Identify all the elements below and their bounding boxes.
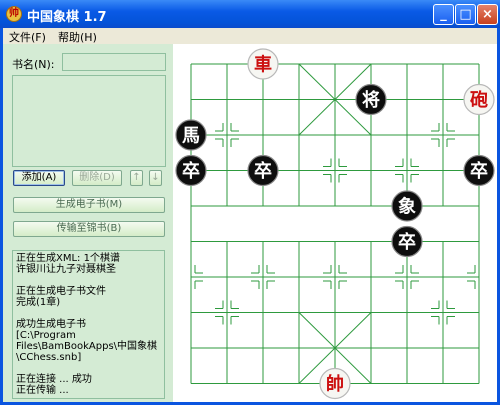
piece-label: 象 [398, 196, 416, 218]
piece-red-9[interactable]: 帥 [319, 367, 351, 400]
xiangqi-board[interactable]: 車将 砲馬卒卒卒象卒帥 [175, 44, 497, 402]
left-panel: 书名(N): 添加(A) 删除(D) ↑ ↓ 生成电子书(M) 传输至锦书(B)… [3, 44, 173, 402]
delete-button[interactable]: 删除(D) [72, 170, 122, 186]
piece-red-2[interactable]: 砲 [463, 83, 495, 116]
menu-bar: 文件(F) 帮助(H) [3, 28, 497, 44]
client-area: 书名(N): 添加(A) 删除(D) ↑ ↓ 生成电子书(M) 传输至锦书(B)… [3, 44, 497, 402]
status-log: 正在生成XML: 1个棋谱 许银川让九子对聂棋圣 正在生成电子书文件 完成(1章) … [12, 250, 165, 399]
app-icon: 帅 [6, 6, 22, 22]
generate-ebook-button[interactable]: 生成电子书(M) [13, 197, 165, 213]
piece-label: 卒 [182, 160, 200, 182]
log-line: [C:\Program [16, 330, 76, 341]
log-line: 正在生成电子书文件 [16, 286, 106, 297]
move-up-button[interactable]: ↑ [130, 170, 143, 186]
menu-file[interactable]: 文件(F) [9, 29, 46, 45]
log-line: 正在生成XML: 1个棋谱 [16, 253, 120, 264]
piece-black-7[interactable]: 象 [391, 190, 423, 222]
menu-help[interactable]: 帮助(H) [58, 29, 97, 45]
piece-label: 卒 [398, 231, 416, 253]
piece-red-0[interactable]: 車 [247, 48, 279, 80]
piece-label: 砲 [470, 89, 488, 111]
book-name-input[interactable] [62, 53, 166, 71]
piece-label: 車 [254, 54, 272, 76]
piece-black-6[interactable]: 卒 [463, 154, 495, 187]
piece-black-1[interactable]: 将 [355, 83, 387, 116]
minimize-button[interactable]: _ [433, 4, 454, 25]
log-line: 完成(1章) [16, 297, 61, 308]
log-line: 许银川让九子对聂棋圣 [16, 264, 116, 275]
app-window: 帅 中国象棋 1.7 _ □ × 文件(F) 帮助(H) 书名(N): 添加(A… [0, 0, 500, 405]
book-chapter-list[interactable] [12, 75, 166, 167]
book-name-label: 书名(N): [12, 58, 55, 71]
log-line: \CChess.snb] [16, 352, 82, 363]
log-line: 正在传输 ... [16, 385, 69, 396]
piece-black-4[interactable]: 卒 [175, 154, 207, 187]
piece-label: 馬 [182, 126, 200, 147]
log-line: Files\BamBookApps\中国象棋 [16, 341, 158, 352]
board-area[interactable]: 車将砲馬卒卒卒象卒帥 [175, 44, 497, 402]
piece-label: 卒 [254, 160, 272, 182]
piece-black-3[interactable]: 馬 [175, 119, 207, 151]
log-line: 正在连接 ... 成功 [16, 374, 92, 385]
title-bar[interactable]: 帅 中国象棋 1.7 _ □ × [0, 0, 500, 28]
add-button[interactable]: 添加(A) [13, 170, 65, 186]
piece-black-8[interactable]: 卒 [391, 225, 423, 258]
maximize-button[interactable]: □ [455, 4, 476, 25]
move-down-button[interactable]: ↓ [149, 170, 162, 186]
piece-label: 将 [362, 89, 380, 111]
piece-black-5[interactable]: 卒 [247, 154, 279, 187]
transfer-button[interactable]: 传输至锦书(B) [13, 221, 165, 237]
close-button[interactable]: × [477, 4, 498, 25]
piece-label: 帥 [326, 373, 344, 395]
log-line: 成功生成电子书 [16, 319, 86, 330]
window-title: 中国象棋 1.7 [27, 10, 107, 25]
piece-label: 卒 [470, 160, 488, 182]
